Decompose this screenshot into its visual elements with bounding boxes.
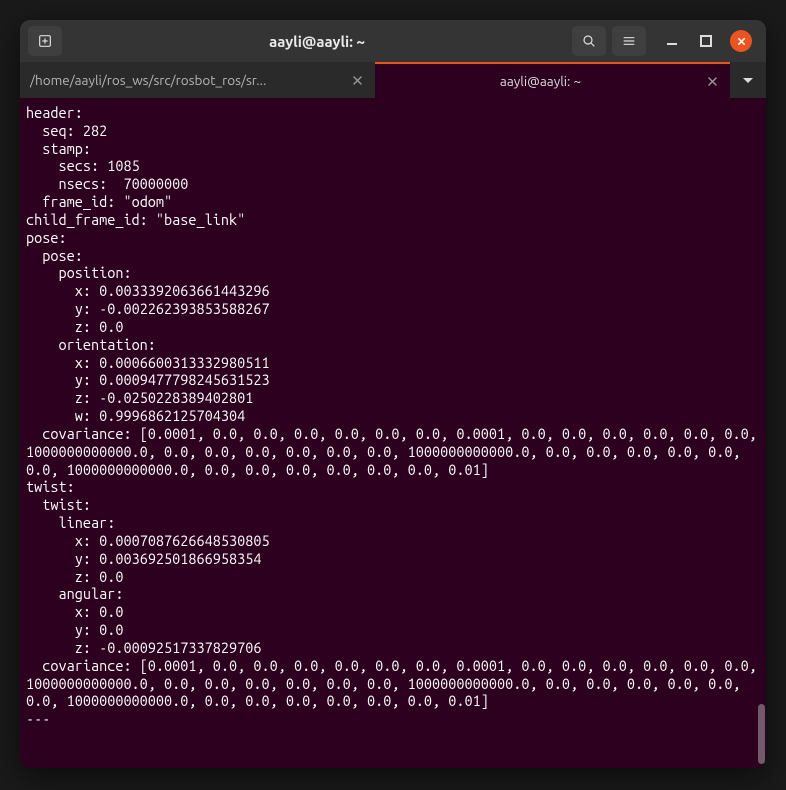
window-controls [652, 30, 758, 52]
search-icon [581, 33, 597, 49]
scrollbar-thumb[interactable] [758, 704, 765, 764]
titlebar: aayli@aayli: ~ [20, 20, 766, 62]
scrollbar[interactable] [758, 100, 765, 766]
terminal-output[interactable]: header: seq: 282 stamp: secs: 1085 nsecs… [20, 98, 766, 768]
minimize-button[interactable] [662, 31, 682, 51]
tab-rosbot-src[interactable]: /home/aayli/ros_ws/src/rosbot_ros/sr... [20, 62, 375, 98]
minimize-icon [665, 34, 679, 48]
tab-label: aayli@aayli: ~ [385, 73, 696, 89]
close-icon [736, 36, 747, 47]
maximize-icon [699, 34, 713, 48]
tabs-dropdown-button[interactable] [730, 62, 766, 98]
close-button[interactable] [730, 30, 752, 52]
tab-close-button[interactable] [704, 73, 720, 89]
new-tab-button[interactable] [28, 26, 62, 56]
window-title: aayli@aayli: ~ [68, 33, 566, 50]
menu-button[interactable] [612, 26, 646, 56]
tab-close-button[interactable] [349, 72, 365, 88]
chevron-down-icon [742, 74, 754, 86]
search-button[interactable] [572, 26, 606, 56]
new-tab-icon [37, 33, 53, 49]
maximize-button[interactable] [696, 31, 716, 51]
close-icon [707, 76, 718, 87]
tabbar: /home/aayli/ros_ws/src/rosbot_ros/sr... … [20, 62, 766, 98]
terminal-window: aayli@aayli: ~ /home/aayli/ros_ws/src/ro… [20, 20, 766, 768]
hamburger-icon [621, 33, 637, 49]
tab-label: /home/aayli/ros_ws/src/rosbot_ros/sr... [30, 72, 341, 88]
tab-home[interactable]: aayli@aayli: ~ [375, 62, 730, 98]
close-icon [352, 75, 363, 86]
